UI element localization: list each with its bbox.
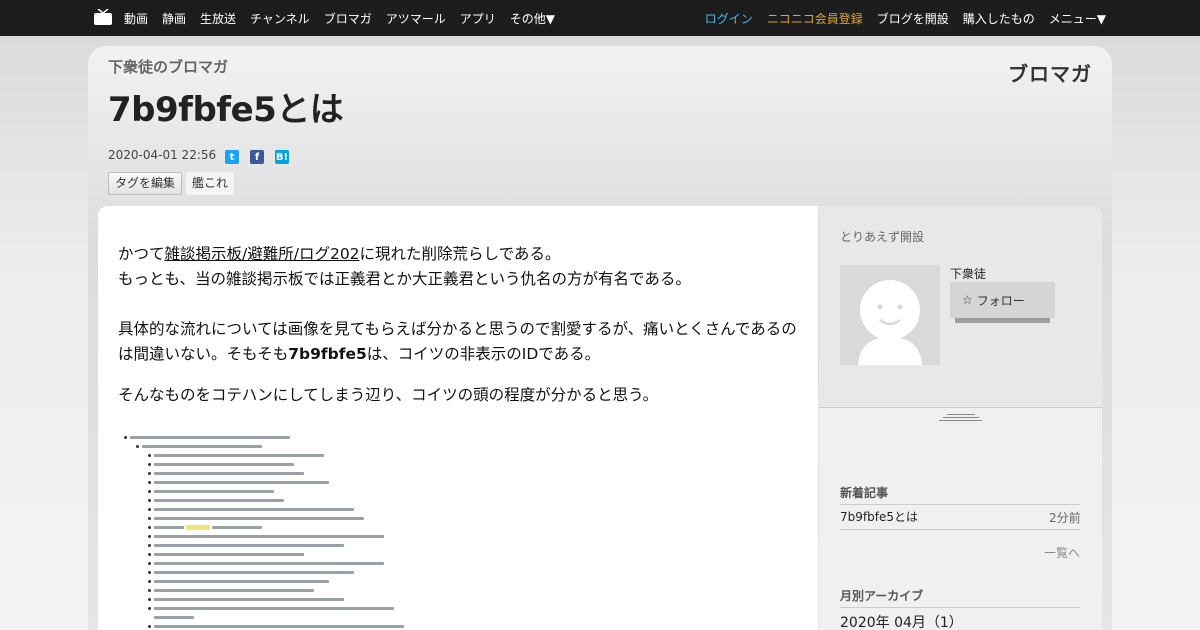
author-name-link[interactable]: 下衆徒 bbox=[950, 265, 986, 282]
nav-app[interactable]: アプリ bbox=[460, 10, 496, 27]
bbs-screenshot-image[interactable] bbox=[118, 430, 418, 630]
post-date: 2020-04-01 22:56 bbox=[108, 148, 217, 162]
nav-blomaga[interactable]: ブロマガ bbox=[324, 10, 372, 27]
twitter-share-icon[interactable]: t bbox=[225, 150, 239, 164]
archive-heading: 月別アーカイブ bbox=[840, 587, 1080, 608]
page-title: 7b9fbfe5とは bbox=[108, 90, 344, 130]
service-menu: 動画 静画 生放送 チャンネル ブロマガ アツマール アプリ その他▼ bbox=[124, 0, 555, 36]
follow-button-shadow bbox=[955, 318, 1050, 323]
nav-atsumaru[interactable]: アツマール bbox=[386, 10, 446, 27]
avatar[interactable] bbox=[840, 265, 940, 365]
account-menu: ログイン ニコニコ会員登録 ブログを開設 購入したもの メニュー▼ bbox=[705, 0, 1106, 36]
login-link[interactable]: ログイン bbox=[705, 10, 753, 27]
default-user-icon bbox=[858, 280, 922, 365]
star-icon: ☆ bbox=[962, 293, 973, 307]
menu-dropdown[interactable]: メニュー▼ bbox=[1049, 10, 1106, 27]
collapse-handle-icon[interactable] bbox=[939, 412, 982, 422]
article-paragraph-1: かつて雑談掲示板/避難所/ログ202に現れた削除荒らしである。 もっとも、当の雑… bbox=[118, 245, 691, 288]
blog-description: とりあえず開設 bbox=[840, 230, 925, 244]
top-navigation-bar: 動画 静画 生放送 チャンネル ブロマガ アツマール アプリ その他▼ ログイン… bbox=[0, 0, 1200, 36]
purchased-link[interactable]: 購入したもの bbox=[963, 10, 1035, 27]
facebook-share-icon[interactable]: f bbox=[250, 150, 264, 164]
article-paragraph-3: そんなものをコテハンにしてしまう辺り、コイツの頭の程度が分かると思う。 bbox=[118, 386, 659, 404]
niconico-tv-logo-icon[interactable] bbox=[94, 9, 112, 25]
bbs-log-link[interactable]: 雑談掲示板/避難所/ログ202 bbox=[165, 245, 360, 263]
nav-seiga[interactable]: 静画 bbox=[162, 10, 186, 27]
new-article-time: 2分前 bbox=[1049, 511, 1081, 525]
blomaga-brand-logo[interactable]: ブロマガ bbox=[1008, 58, 1092, 87]
tag-kancolle[interactable]: 艦これ bbox=[186, 172, 235, 195]
nav-live[interactable]: 生放送 bbox=[200, 10, 236, 27]
hatena-bookmark-icon[interactable]: B! bbox=[275, 150, 289, 164]
article-paragraph-2: 具体的な流れについては画像を見てもらえば分かると思うので割愛するが、痛いとくさん… bbox=[118, 320, 797, 363]
follow-button[interactable]: ☆ フォロー bbox=[950, 282, 1055, 318]
nav-channel[interactable]: チャンネル bbox=[250, 10, 310, 27]
open-blog-link[interactable]: ブログを開設 bbox=[877, 10, 949, 27]
nav-other-dropdown[interactable]: その他▼ bbox=[510, 10, 555, 27]
nav-douga[interactable]: 動画 bbox=[124, 10, 148, 27]
new-article-link[interactable]: 7b9fbfe5とは bbox=[840, 508, 918, 525]
view-all-link[interactable]: 一覧へ bbox=[1044, 544, 1080, 561]
divider bbox=[840, 529, 1080, 530]
new-articles-heading: 新着記事 bbox=[840, 484, 1080, 505]
blog-name-link[interactable]: 下衆徒のブロマガ bbox=[108, 56, 228, 77]
archive-month-link[interactable]: 2020年 04月（1） bbox=[840, 612, 963, 630]
edit-tags-button[interactable]: タグを編集 bbox=[108, 172, 183, 195]
premium-register-link[interactable]: ニコニコ会員登録 bbox=[767, 10, 863, 27]
